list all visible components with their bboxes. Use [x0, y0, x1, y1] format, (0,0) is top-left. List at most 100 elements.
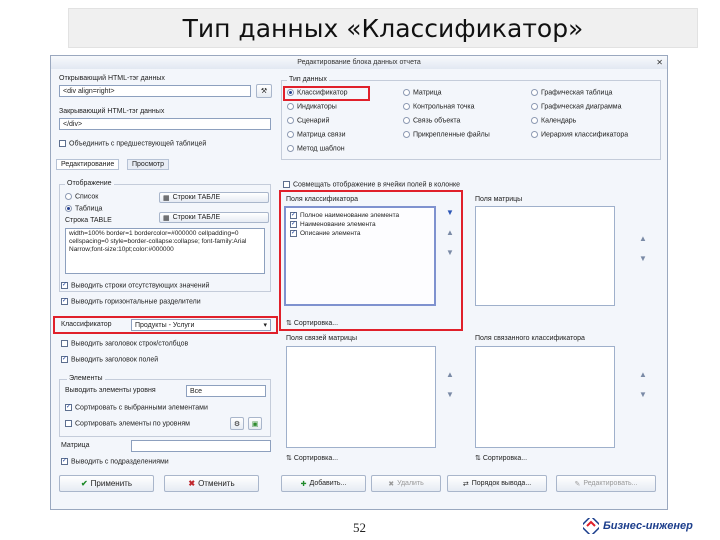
- arrow-up-icon[interactable]: ▲: [446, 370, 454, 379]
- elements-group-label: Элементы: [67, 375, 105, 382]
- close-icon[interactable]: ✕: [656, 56, 663, 69]
- radio-dot: [531, 117, 538, 124]
- radio-dot: [531, 89, 538, 96]
- sort-linked-button[interactable]: ⇅ Сортировка...: [475, 454, 527, 462]
- delete-icon: ✖: [388, 480, 395, 488]
- type-radio-scenario[interactable]: Сценарий: [287, 117, 329, 124]
- type-radio-graph-table[interactable]: Графическая таблица: [531, 89, 612, 96]
- type-label: Метод шаблон: [297, 145, 345, 153]
- type-radio-link-matrix[interactable]: Матрица связи: [287, 131, 346, 138]
- arrow-up-icon[interactable]: ▲: [639, 370, 647, 379]
- add-button[interactable]: ✚ Добавить...: [281, 475, 366, 492]
- slide-title: Тип данных «Классификатор»: [68, 8, 698, 48]
- h-separators-checkbox[interactable]: ✓ Выводить горизонтальные разделители: [61, 298, 201, 305]
- dialog-title: Редактирование блока данных отчета: [297, 59, 421, 66]
- add-icon: ✚: [300, 480, 307, 488]
- table-cols-label: Строки ТАБЛЕ: [172, 214, 221, 221]
- type-label: Матрица: [413, 89, 442, 97]
- field-header-label: Выводить заголовок полей: [71, 356, 159, 364]
- type-radio-template[interactable]: Метод шаблон: [287, 145, 345, 152]
- cancel-button[interactable]: ✖ Отменить: [164, 475, 259, 492]
- show-header-checkbox[interactable]: Выводить заголовок строк/столбцов: [61, 340, 188, 347]
- open-tag-label: Открывающий HTML-тэг данных: [59, 75, 165, 82]
- sort-selected-label: Сортировать с выбранными элементами: [75, 404, 208, 412]
- subdivisions-checkbox[interactable]: ✓ Выводить с подразделениями: [61, 458, 169, 465]
- checkbox-box: ✓: [61, 298, 68, 305]
- display-group-label: Отображение: [65, 180, 114, 187]
- arrow-down-icon[interactable]: ▼: [446, 390, 454, 399]
- combine-label: Объединить с предшествующей таблицей: [69, 140, 207, 148]
- checkbox-box: ✓: [65, 404, 72, 411]
- matrix-fields-list: [475, 206, 615, 306]
- radio-dot: [287, 131, 294, 138]
- type-radio-calendar[interactable]: Календарь: [531, 117, 576, 124]
- display-table-label: Таблица: [75, 205, 103, 213]
- matrix-fields-label: Поля матрицы: [475, 196, 523, 203]
- table-tag-label: Строка TABLE: [65, 217, 112, 224]
- type-label: Графическая диаграмма: [541, 103, 622, 111]
- tab-edit[interactable]: Редактирование: [56, 159, 120, 170]
- type-label: Индикаторы: [297, 103, 337, 111]
- type-radio-object-link[interactable]: Связь объекта: [403, 117, 460, 124]
- brand-icon: [580, 515, 602, 537]
- subdivisions-label: Выводить с подразделениями: [71, 458, 169, 466]
- type-radio-matrix[interactable]: Матрица: [403, 89, 442, 96]
- sort-icon: ⇅: [286, 455, 294, 462]
- wrench-icon: ⚙: [233, 420, 241, 428]
- close-tag-input[interactable]: </div>: [59, 118, 271, 130]
- table-rows-button[interactable]: ▦ Строки ТАБЛЕ: [159, 192, 269, 203]
- sort-selected-checkbox[interactable]: ✓ Сортировать с выбранными элементами: [65, 404, 208, 411]
- arrow-down-icon[interactable]: ▼: [639, 254, 647, 263]
- type-label: Календарь: [541, 117, 577, 125]
- open-tag-input[interactable]: <div align=right>: [59, 85, 251, 97]
- table-cols-button[interactable]: ▦ Строки ТАБЛЕ: [159, 212, 269, 223]
- show-missing-checkbox[interactable]: ✓ Выводить строки отсутствующих значений: [61, 282, 209, 289]
- edit-button[interactable]: ✎ Редактировать...: [556, 475, 656, 492]
- order-button[interactable]: ⇄ Порядок вывода...: [447, 475, 547, 492]
- type-label: Графическая таблица: [541, 89, 613, 97]
- show-header-label: Выводить заголовок строк/столбцов: [71, 340, 189, 348]
- sort-levels-checkbox[interactable]: Сортировать элементы по уровням: [65, 420, 190, 427]
- radio-dot: [65, 205, 72, 212]
- type-radio-graph-diagram[interactable]: Графическая диаграмма: [531, 103, 621, 110]
- link-fields-list: [286, 346, 436, 448]
- field-header-checkbox[interactable]: ✓ Выводить заголовок полей: [61, 356, 158, 363]
- pick-open-tag-button[interactable]: ⚒: [256, 84, 272, 98]
- tab-preview[interactable]: Просмотр: [127, 159, 169, 170]
- type-radio-hierarchy[interactable]: Иерархия классификатора: [531, 131, 628, 138]
- table-icon: ▦: [163, 194, 170, 202]
- checkbox-box: [61, 340, 68, 347]
- settings-button[interactable]: ⚙: [230, 417, 244, 430]
- type-label: Иерархия классификатора: [541, 131, 629, 139]
- type-radio-indicators[interactable]: Индикаторы: [287, 103, 337, 110]
- split-checkbox[interactable]: Совмещать отображение в ячейки полей в к…: [283, 181, 460, 188]
- sort-links-button[interactable]: ⇅ Сортировка...: [286, 454, 338, 462]
- delete-button[interactable]: ✖ Удалить: [371, 475, 441, 492]
- type-radio-checkpoint[interactable]: Контрольная точка: [403, 103, 475, 110]
- matrix-select[interactable]: [131, 440, 271, 452]
- type-radio-files[interactable]: Прикрепленные файлы: [403, 131, 490, 138]
- sort-levels-label: Сортировать элементы по уровням: [75, 420, 190, 428]
- type-label: Связь объекта: [413, 117, 461, 125]
- sort-label: Сортировка...: [293, 455, 339, 462]
- link-fields-label: Поля связей матрицы: [286, 335, 358, 342]
- level-select[interactable]: Все: [186, 385, 266, 397]
- combine-checkbox[interactable]: Объединить с предшествующей таблицей: [59, 140, 206, 147]
- sheet-icon: ▣: [251, 420, 259, 428]
- radio-dot: [287, 145, 294, 152]
- display-table-radio[interactable]: Таблица: [65, 205, 102, 212]
- display-list-radio[interactable]: Список: [65, 193, 98, 200]
- type-label: Контрольная точка: [413, 103, 475, 111]
- checkbox-box: [59, 140, 66, 147]
- apply-button[interactable]: ✔ Применить: [59, 475, 154, 492]
- export-button[interactable]: ▣: [248, 417, 262, 430]
- radio-dot: [531, 131, 538, 138]
- radio-dot: [287, 117, 294, 124]
- arrow-up-icon[interactable]: ▲: [639, 234, 647, 243]
- delete-label: Удалить: [397, 480, 424, 487]
- arrow-down-icon[interactable]: ▼: [639, 390, 647, 399]
- table-tag-textarea[interactable]: width=100% border=1 bordercolor=#000000 …: [65, 228, 265, 274]
- page-number: 52: [353, 520, 366, 535]
- h-separators-label: Выводить горизонтальные разделители: [71, 298, 201, 306]
- order-label: Порядок вывода...: [471, 480, 532, 487]
